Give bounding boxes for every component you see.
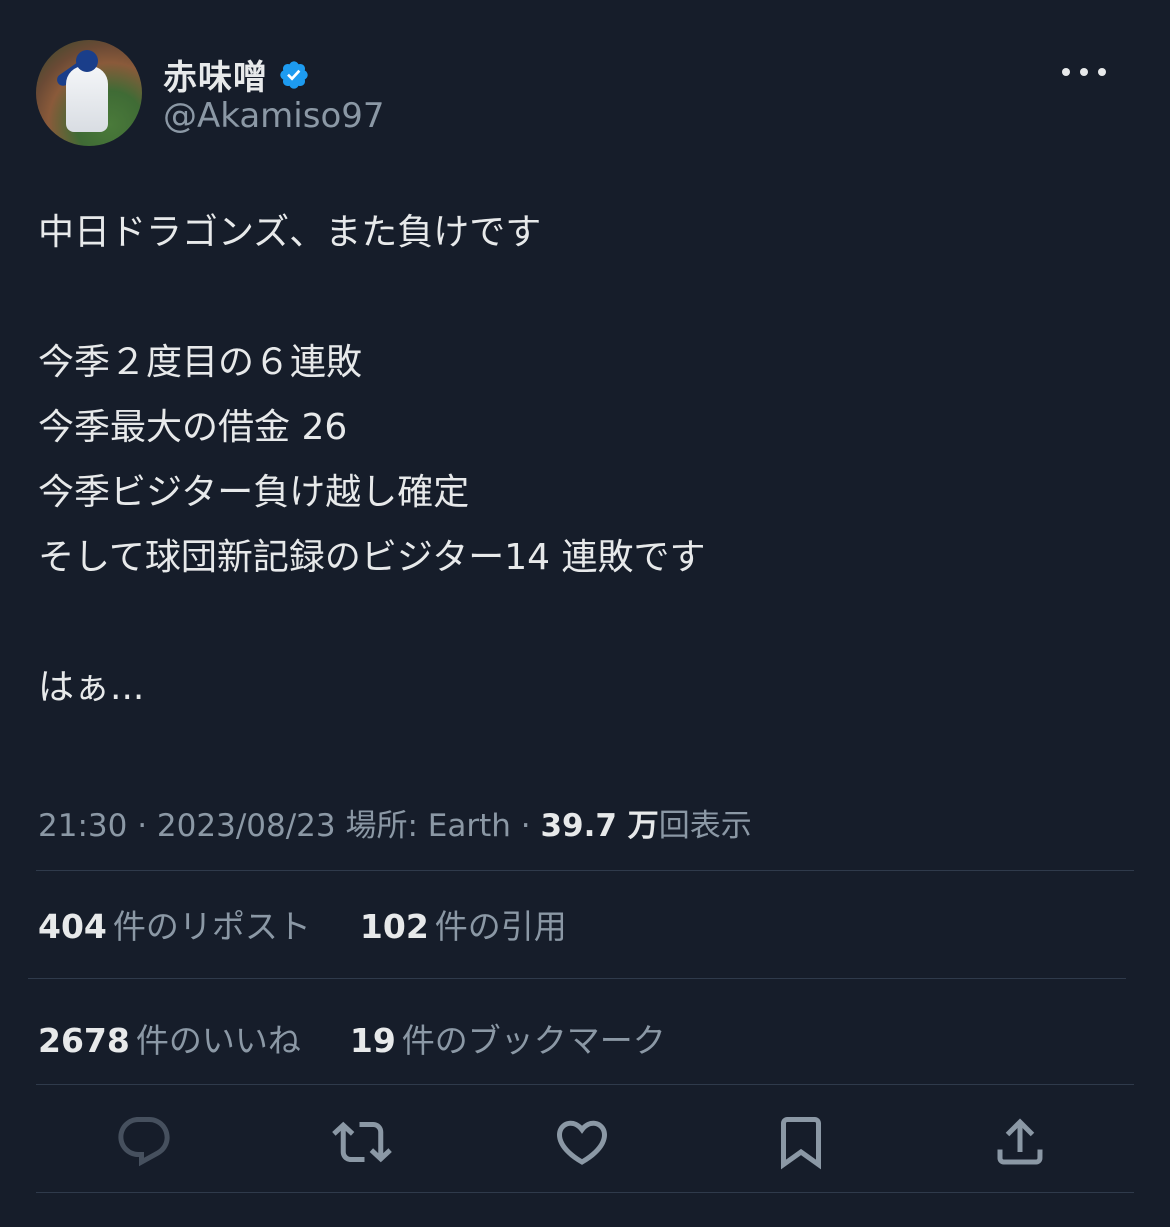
reposts-label: 件のリポスト [112, 907, 311, 946]
author-display-name[interactable]: 赤味噌 [163, 50, 268, 99]
divider [36, 870, 1134, 871]
tweet-line: はぁ... [38, 667, 145, 708]
tweet-line: 今季２度目の６連敗 [38, 342, 363, 383]
like-bookmark-stats: 2678 件のいいね 19 件のブックマーク [38, 1014, 666, 1062]
quotes-label: 件の引用 [434, 907, 567, 946]
meta-separator: · [137, 808, 148, 844]
quotes-stat[interactable]: 102 件の引用 [360, 907, 567, 946]
reposts-stat[interactable]: 404 件のリポスト [38, 907, 311, 946]
repost-quote-stats: 404 件のリポスト 102 件の引用 [38, 900, 567, 948]
divider [36, 1084, 1134, 1085]
meta-separator: · [520, 808, 531, 844]
avatar-player [66, 50, 108, 132]
bookmarks-count: 19 [349, 1021, 396, 1060]
like-icon[interactable] [550, 1110, 614, 1174]
author-name-row: 赤味噌 [163, 50, 310, 99]
quotes-count: 102 [359, 907, 429, 946]
divider [28, 978, 1126, 979]
tweet-time[interactable]: 21:30 [38, 808, 127, 844]
tweet-text: 中日ドラゴンズ、また負けです 今季２度目の６連敗 今季最大の借金 26 今季ビジ… [38, 200, 1128, 720]
tweet-line: 今季最大の借金 26 [38, 407, 348, 448]
dot [1080, 68, 1088, 76]
tweet-line-blank [38, 265, 1128, 330]
tweet-line: 今季ビジター負け越し確定 [38, 472, 470, 513]
tweet-actions [36, 1100, 1134, 1190]
verified-badge-icon [280, 60, 308, 89]
likes-count: 2678 [38, 1021, 130, 1060]
likes-label: 件のいいね [135, 1021, 301, 1060]
tweet-header: 赤味噌 @Akamiso97 [36, 40, 1136, 150]
bookmark-icon[interactable] [769, 1110, 833, 1174]
tweet-date[interactable]: 2023/08/23 [157, 808, 336, 844]
reply-icon[interactable] [112, 1110, 176, 1174]
more-options-icon[interactable] [1062, 62, 1106, 82]
bookmarks-label: 件のブックマーク [401, 1021, 666, 1060]
reposts-count: 404 [38, 907, 107, 946]
tweet-location: 場所: Earth [345, 808, 511, 844]
divider [36, 1192, 1134, 1193]
bookmarks-stat[interactable]: 19 件のブックマーク [350, 1021, 666, 1060]
tweet-line: 中日ドラゴンズ、また負けです [38, 212, 542, 253]
tweet-line-blank [38, 590, 1128, 655]
tweet-line: そして球団新記録のビジター14 連敗です [38, 537, 706, 578]
author-handle[interactable]: @Akamiso97 [163, 96, 385, 136]
views-label: 回表示 [658, 808, 752, 844]
avatar[interactable] [36, 40, 142, 146]
dot [1098, 68, 1106, 76]
tweet-meta: 21:30 · 2023/08/23 場所: Earth · 39.7 万回表示 [38, 800, 752, 845]
dot [1062, 68, 1070, 76]
likes-stat[interactable]: 2678 件のいいね [38, 1021, 301, 1060]
share-icon[interactable] [988, 1110, 1052, 1174]
repost-icon[interactable] [330, 1110, 394, 1174]
views-count: 39.7 万 [540, 808, 659, 844]
